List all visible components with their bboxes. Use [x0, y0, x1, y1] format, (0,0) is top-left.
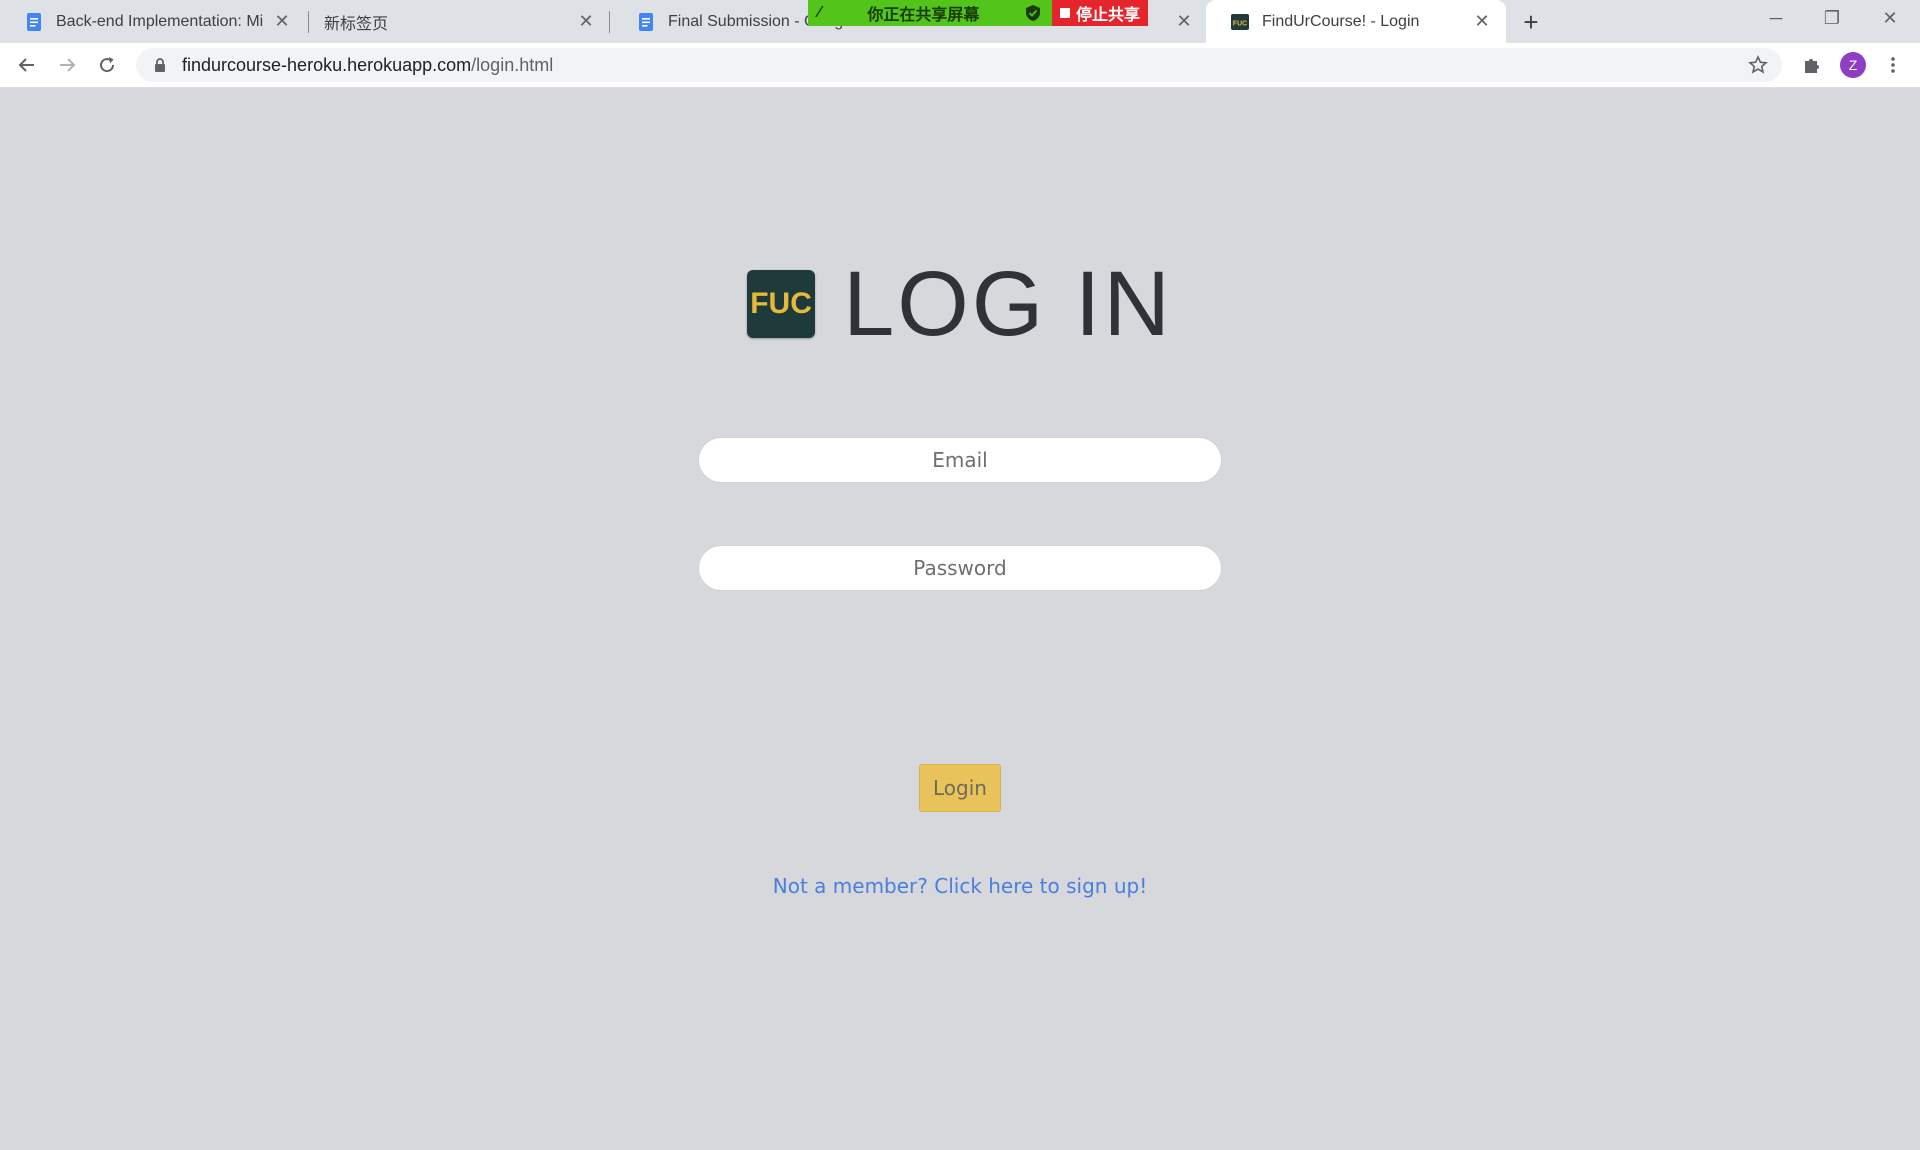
login-button[interactable]: Login [919, 764, 1001, 812]
page-title: LOG IN [843, 253, 1173, 355]
back-arrow-icon [18, 58, 34, 72]
forward-arrow-icon [60, 58, 76, 72]
tab-findurcourse-login[interactable]: FUC FindUrCourse! - Login ✕ [1206, 0, 1506, 43]
tab-title: 新标签页 [324, 15, 389, 33]
puzzle-icon [1805, 59, 1819, 73]
reload-icon [100, 57, 115, 73]
minimize-icon[interactable]: ─ [1748, 0, 1804, 36]
restore-icon[interactable]: ❐ [1804, 0, 1860, 36]
kebab-menu-icon [1891, 57, 1895, 73]
screen-share-bar: ⁄ 你正在共享屏幕 停止共享 [808, 0, 1148, 26]
shield-icon [1026, 5, 1040, 21]
close-icon[interactable]: ✕ [576, 11, 596, 32]
fuc-favicon-icon: FUC [1231, 13, 1249, 30]
tab-separator [609, 11, 610, 33]
svg-text:FUC: FUC [1233, 20, 1247, 27]
google-docs-icon [27, 12, 41, 31]
profile-avatar[interactable]: Z [1840, 52, 1866, 78]
tab-new-tab[interactable]: 新标签页 ✕ [310, 0, 610, 43]
drag-handle-icon[interactable]: ⁄ [818, 4, 821, 22]
browser-toolbar: findurcourse-heroku.herokuapp.com/login.… [0, 43, 1920, 88]
forward-button[interactable] [52, 50, 82, 80]
bookmark-star-icon[interactable] [1748, 55, 1768, 75]
tab-title: FindUrCourse! - Login [1262, 12, 1420, 30]
back-button[interactable] [12, 50, 42, 80]
stop-sharing-label: 停止共享 [1075, 7, 1140, 24]
password-field[interactable] [698, 545, 1222, 591]
stop-icon [1059, 8, 1070, 18]
login-page: FUC LOG IN Login Not a member? Click her… [0, 88, 1920, 1150]
close-icon[interactable]: ✕ [272, 11, 292, 32]
close-icon[interactable]: ✕ [1174, 11, 1194, 32]
menu-button[interactable] [1878, 50, 1908, 80]
extensions-button[interactable] [1797, 50, 1827, 80]
google-docs-icon [639, 12, 653, 31]
signup-link[interactable]: Not a member? Click here to sign up! [0, 874, 1920, 898]
new-tab-plus-icon[interactable]: + [1516, 7, 1546, 37]
url-path: /login.html [471, 54, 554, 75]
url-text: findurcourse-heroku.herokuapp.com/login.… [182, 55, 553, 76]
address-bar[interactable]: findurcourse-heroku.herokuapp.com/login.… [136, 48, 1782, 82]
login-header: FUC LOG IN [0, 258, 1920, 350]
window-close-icon[interactable]: ✕ [1862, 0, 1918, 36]
tab-backend-implementation[interactable]: Back-end Implementation: Mil ✕ [0, 0, 306, 43]
url-host: findurcourse-heroku.herokuapp.com [182, 54, 472, 75]
close-icon[interactable]: ✕ [1472, 11, 1492, 32]
email-field[interactable] [698, 437, 1222, 483]
fuc-logo: FUC [747, 270, 816, 338]
tab-separator [308, 11, 309, 33]
reload-button[interactable] [92, 50, 122, 80]
stop-sharing-button[interactable]: 停止共享 [1052, 0, 1148, 26]
sharing-label: 你正在共享屏幕 [867, 7, 980, 24]
lock-icon[interactable] [152, 57, 168, 73]
sharing-indicator: ⁄ 你正在共享屏幕 [808, 0, 1052, 26]
tab-title: Back-end Implementation: Mil [56, 12, 264, 30]
